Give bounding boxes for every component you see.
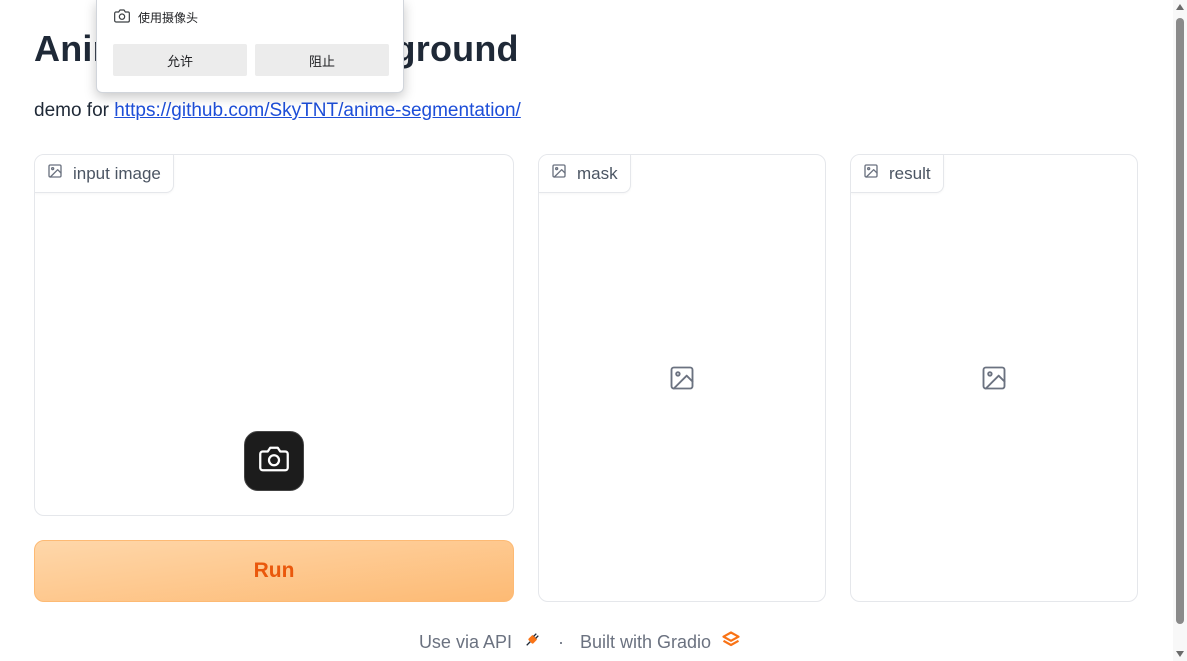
run-button[interactable]: Run xyxy=(34,540,514,602)
use-via-api-link[interactable]: Use via API xyxy=(419,630,542,655)
input-image-label-text: input image xyxy=(73,163,161,183)
input-image-label: input image xyxy=(35,155,174,193)
footer-separator: · xyxy=(557,631,564,652)
gradio-logo-icon xyxy=(721,630,741,655)
camera-permission-popup: 使用摄像头 允许 阻止 xyxy=(96,0,404,93)
allow-button[interactable]: 允许 xyxy=(113,44,247,76)
block-button[interactable]: 阻止 xyxy=(255,44,389,76)
vertical-scrollbar[interactable] xyxy=(1173,0,1187,661)
capture-button[interactable] xyxy=(244,431,304,491)
image-placeholder-icon xyxy=(980,364,1008,392)
footer: Use via API · Built with Gradio xyxy=(0,628,1160,656)
description-prefix: demo for xyxy=(34,100,115,121)
result-label: result xyxy=(851,155,944,193)
use-via-api-label: Use via API xyxy=(418,631,512,652)
scrollbar-thumb[interactable] xyxy=(1176,18,1184,624)
image-icon xyxy=(863,163,879,184)
camera-icon xyxy=(259,444,289,479)
mask-label-text: mask xyxy=(577,163,618,183)
permission-text: 使用摄像头 xyxy=(138,11,199,25)
result-panel: result xyxy=(850,154,1138,602)
camera-icon xyxy=(114,8,130,27)
result-label-text: result xyxy=(889,163,931,183)
description: demo for https://github.com/SkyTNT/anime… xyxy=(34,100,521,122)
plug-icon xyxy=(522,630,542,655)
input-image-panel[interactable]: input image xyxy=(34,154,514,516)
image-icon xyxy=(551,163,567,184)
mask-panel: mask xyxy=(538,154,826,602)
scroll-up-arrow-icon[interactable] xyxy=(1176,4,1184,10)
built-with-gradio-link[interactable]: Built with Gradio xyxy=(580,630,741,655)
image-icon xyxy=(47,163,63,184)
permission-header: 使用摄像头 xyxy=(114,8,198,27)
github-link[interactable]: https://github.com/SkyTNT/anime-segmenta… xyxy=(114,100,521,121)
scroll-down-arrow-icon[interactable] xyxy=(1176,651,1184,657)
mask-label: mask xyxy=(539,155,631,193)
image-placeholder-icon xyxy=(668,364,696,392)
built-with-gradio-label: Built with Gradio xyxy=(579,631,712,652)
